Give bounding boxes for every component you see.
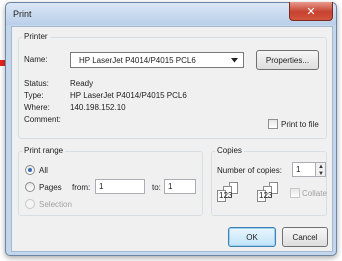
- window-title: Print: [13, 9, 32, 19]
- printer-group-label: Printer: [22, 32, 50, 41]
- title-bar[interactable]: Print ✕: [6, 2, 336, 25]
- spin-up-icon[interactable]: ▲: [318, 164, 324, 170]
- all-radio[interactable]: [25, 165, 35, 175]
- to-page-input[interactable]: 1: [164, 179, 196, 194]
- selection-radio-label: Selection: [39, 200, 72, 209]
- print-to-file-label: Print to file: [281, 120, 319, 129]
- selection-radio[interactable]: [25, 199, 35, 209]
- print-range-group-label: Print range: [22, 146, 66, 155]
- collate-pages-icon: 123 123: [217, 182, 297, 206]
- ok-button[interactable]: OK: [228, 227, 276, 247]
- number-of-copies-label: Number of copies:: [217, 166, 282, 175]
- number-of-copies-input[interactable]: 1: [292, 162, 316, 177]
- collate-set-1-digits: 123: [219, 191, 233, 200]
- print-to-file-checkbox[interactable]: [268, 119, 278, 129]
- from-page-input[interactable]: 1: [95, 179, 145, 194]
- comment-label: Comment:: [24, 115, 61, 124]
- copies-spinner[interactable]: ▲ ▼: [315, 162, 326, 177]
- collate-set-2-digits: 123: [259, 191, 273, 200]
- pages-radio-label: Pages: [39, 183, 62, 192]
- type-value: HP LaserJet P4014/P4015 PCL6: [70, 91, 187, 100]
- type-label: Type:: [24, 91, 44, 100]
- status-label: Status:: [24, 79, 49, 88]
- print-dialog-window: Print ✕ Printer Name: HP LaserJet P4014/…: [5, 2, 337, 256]
- close-icon: ✕: [306, 4, 316, 18]
- where-label: Where:: [24, 103, 50, 112]
- collate-checkbox[interactable]: [290, 188, 300, 198]
- copies-group-label: Copies: [215, 146, 244, 155]
- chevron-down-icon: [231, 58, 238, 63]
- cancel-button[interactable]: Cancel: [282, 227, 328, 247]
- printer-name-value: HP LaserJet P4014/P4015 PCL6: [79, 56, 196, 65]
- name-label: Name:: [24, 55, 48, 64]
- from-label: from:: [72, 183, 91, 192]
- spin-down-icon[interactable]: ▼: [318, 171, 324, 177]
- to-label: to:: [152, 183, 161, 192]
- pages-radio[interactable]: [25, 182, 35, 192]
- properties-button[interactable]: Properties...: [256, 50, 319, 70]
- close-button[interactable]: ✕: [289, 2, 333, 21]
- where-value: 140.198.152.10: [70, 103, 126, 112]
- dialog-client-area: Printer Name: HP LaserJet P4014/P4015 PC…: [11, 26, 333, 252]
- printer-name-dropdown[interactable]: HP LaserJet P4014/P4015 PCL6: [70, 52, 244, 68]
- status-value: Ready: [70, 79, 94, 88]
- all-radio-label: All: [39, 166, 48, 175]
- collate-label: Collate: [302, 189, 327, 198]
